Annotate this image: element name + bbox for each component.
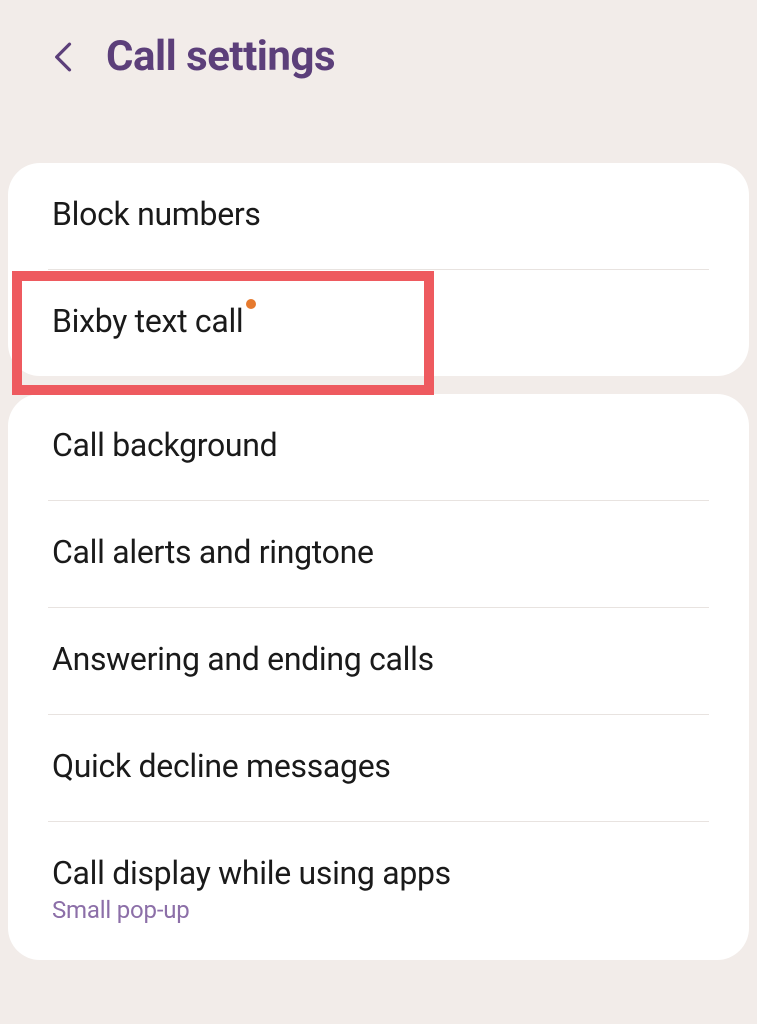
list-item-block-numbers[interactable]: Block numbers xyxy=(8,163,749,269)
settings-section-2: Call background Call alerts and ringtone… xyxy=(8,394,749,960)
list-item-label: Block numbers xyxy=(52,195,709,233)
list-item-answering-ending[interactable]: Answering and ending calls xyxy=(8,608,749,714)
list-item-label: Call alerts and ringtone xyxy=(52,533,709,571)
new-badge-dot-icon xyxy=(246,299,256,309)
header: Call settings xyxy=(0,0,757,113)
list-item-bixby-text-call[interactable]: Bixby text call xyxy=(8,270,749,376)
back-button[interactable] xyxy=(50,43,78,71)
list-item-label: Quick decline messages xyxy=(52,747,709,785)
list-item-label: Answering and ending calls xyxy=(52,640,709,678)
list-item-quick-decline[interactable]: Quick decline messages xyxy=(8,715,749,821)
list-item-subtitle: Small pop-up xyxy=(52,896,709,924)
list-item-call-alerts[interactable]: Call alerts and ringtone xyxy=(8,501,749,607)
list-item-label: Call background xyxy=(52,426,709,464)
chevron-left-icon xyxy=(53,39,75,75)
list-item-label: Bixby text call xyxy=(52,302,243,340)
list-item-call-background[interactable]: Call background xyxy=(8,394,749,500)
settings-section-1: Block numbers Bixby text call xyxy=(8,163,749,376)
list-item-call-display[interactable]: Call display while using apps Small pop-… xyxy=(8,822,749,960)
page-title: Call settings xyxy=(106,32,335,81)
list-item-label: Call display while using apps xyxy=(52,854,709,892)
